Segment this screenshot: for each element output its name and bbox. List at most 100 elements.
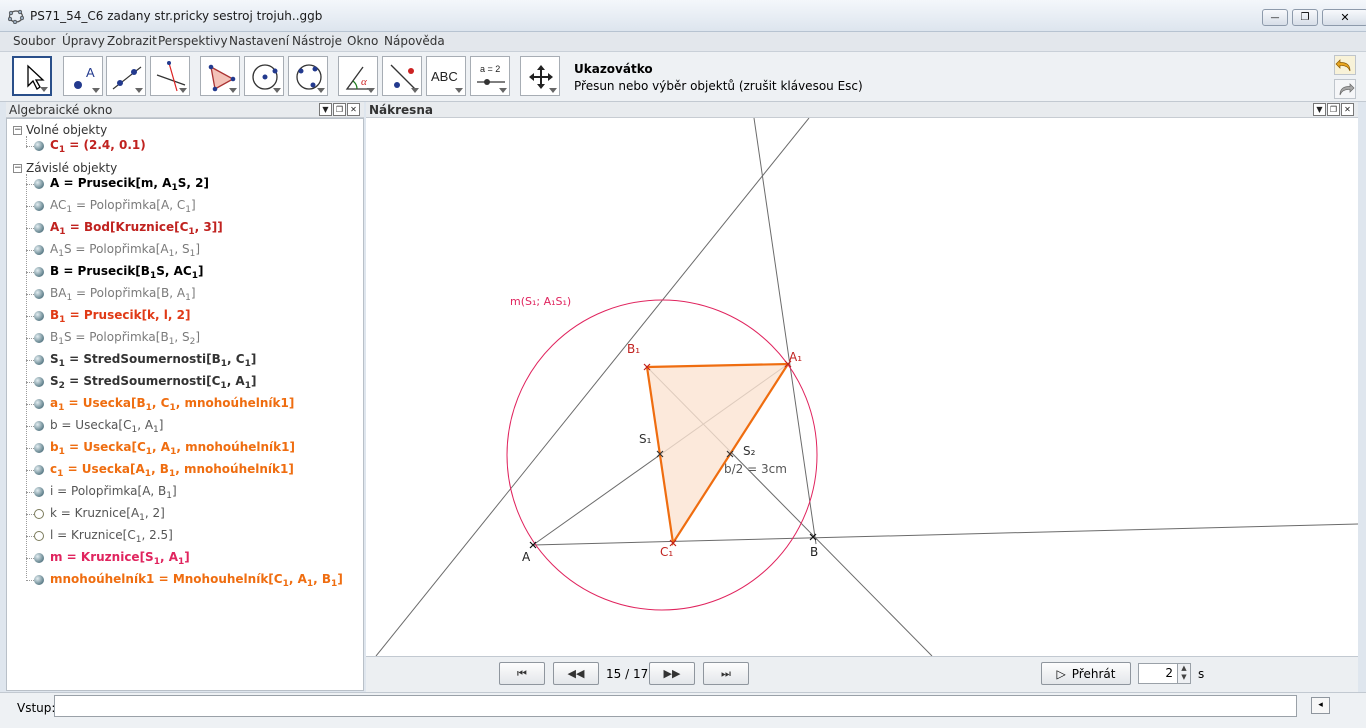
algebra-row[interactable]: B1S = Polopřimka[B1, S2]	[7, 327, 363, 349]
visibility-toggle[interactable]	[34, 465, 44, 475]
algebra-row[interactable]: mnohoúhelník1 = Mnohouhelník[C1, A1, B1]	[7, 569, 363, 591]
close-icon: ✕	[1340, 11, 1350, 24]
graphics-view[interactable]: m(S₁; A₁S₁) B₁ A₁ S₁ S₂ b/2 = 3cm C₁ A B	[366, 118, 1358, 656]
tool-move-view[interactable]	[520, 56, 560, 96]
visibility-toggle[interactable]	[34, 245, 44, 255]
menu-nastaveni[interactable]: Nastavení	[229, 34, 289, 48]
algebra-row[interactable]: C1 = (2.4, 0.1)	[7, 135, 363, 157]
speed-spinner[interactable]: ▲ ▼	[1177, 663, 1191, 684]
panel-close-button[interactable]: ✕	[347, 103, 360, 116]
tool-pointer[interactable]	[12, 56, 52, 96]
ray-AC1[interactable]	[532, 523, 1358, 546]
visibility-toggle[interactable]	[34, 141, 44, 151]
algebra-row-text: S1 = StredSoumernosti[B1, C1]	[50, 352, 257, 369]
collapse-free-toggle[interactable]: −	[13, 126, 22, 135]
algebra-row[interactable]: m = Kruznice[S1, A1]	[7, 547, 363, 569]
algebra-row[interactable]: S1 = StredSoumernosti[B1, C1]	[7, 349, 363, 371]
visibility-toggle[interactable]	[34, 179, 44, 189]
algebra-row-text: S2 = StredSoumernosti[C1, A1]	[50, 374, 257, 391]
algebra-row[interactable]: BA1 = Polopřimka[B, A1]	[7, 283, 363, 305]
algebra-row[interactable]: B = Prusecik[B1S, AC1]	[7, 261, 363, 283]
tool-angle[interactable]: α	[338, 56, 378, 96]
visibility-toggle[interactable]	[34, 575, 44, 585]
algebra-row[interactable]: A1S = Polopřimka[A1, S1]	[7, 239, 363, 261]
previous-step-button[interactable]: ◀◀	[553, 662, 599, 685]
play-icon: ▷	[1056, 666, 1066, 681]
visibility-toggle[interactable]	[34, 443, 44, 453]
visibility-toggle[interactable]	[34, 201, 44, 211]
menu-zobrazit[interactable]: Zobrazit	[107, 34, 157, 48]
visibility-toggle[interactable]	[34, 509, 44, 519]
algebra-row[interactable]: b = Usecka[C1, A1]	[7, 415, 363, 437]
algebra-row-text: k = Kruznice[A1, 2]	[50, 506, 165, 523]
collapse-dependent-toggle[interactable]: −	[13, 164, 22, 173]
panel-close-button[interactable]: ✕	[1341, 103, 1354, 116]
tool-line[interactable]	[106, 56, 146, 96]
first-step-button[interactable]: ⏮	[499, 662, 545, 685]
algebra-row[interactable]: c1 = Usecka[A1, B1, mnohoúhelník1]	[7, 459, 363, 481]
tool-circle-3pts[interactable]	[288, 56, 328, 96]
visibility-toggle[interactable]	[34, 421, 44, 431]
algebra-row[interactable]: B1 = Prusecik[k, l, 2]	[7, 305, 363, 327]
redo-icon	[1339, 83, 1355, 96]
algebra-row[interactable]: AC1 = Polopřimka[A, C1]	[7, 195, 363, 217]
ray-BA1[interactable]	[753, 118, 817, 545]
next-step-icon: ▶▶	[663, 667, 681, 680]
visibility-toggle[interactable]	[34, 377, 44, 387]
algebra-row[interactable]: A1 = Bod[Kruznice[C1, 3]]	[7, 217, 363, 239]
algebra-row[interactable]: b1 = Usecka[C1, A1, mnohoúhelník1]	[7, 437, 363, 459]
algebra-row[interactable]: k = Kruznice[A1, 2]	[7, 503, 363, 525]
visibility-toggle[interactable]	[34, 289, 44, 299]
panel-menu-button[interactable]: ▼	[319, 103, 332, 116]
algebra-row-text: l = Kruznice[C1, 2.5]	[50, 528, 173, 545]
menu-upravy[interactable]: Úpravy	[62, 34, 105, 48]
algebra-row[interactable]: a1 = Usecka[B1, C1, mnohoúhelník1]	[7, 393, 363, 415]
algebra-row[interactable]: i = Polopřimka[A, B1]	[7, 481, 363, 503]
tool-polygon[interactable]	[200, 56, 240, 96]
tool-point[interactable]: A	[63, 56, 103, 96]
menu-okno[interactable]: Okno	[347, 34, 378, 48]
menu-soubor[interactable]: Soubor	[13, 34, 55, 48]
visibility-toggle[interactable]	[34, 333, 44, 343]
menu-napoveda[interactable]: Nápověda	[384, 34, 445, 48]
algebra-row[interactable]: S2 = StredSoumernosti[C1, A1]	[7, 371, 363, 393]
panel-menu-button[interactable]: ▼	[1313, 103, 1326, 116]
tool-slider[interactable]: a = 2	[470, 56, 510, 96]
last-step-button[interactable]: ⏭	[703, 662, 749, 685]
construction-canvas[interactable]: m(S₁; A₁S₁) B₁ A₁ S₁ S₂ b/2 = 3cm C₁ A B	[366, 118, 1358, 656]
undo-button[interactable]	[1334, 55, 1356, 75]
algebra-row[interactable]: A = Prusecik[m, A1S, 2]	[7, 173, 363, 195]
minimize-icon: —	[1270, 12, 1280, 23]
play-button[interactable]: ▷ Přehrát	[1041, 662, 1131, 685]
minimize-button[interactable]: —	[1262, 9, 1288, 26]
menu-perspektivy[interactable]: Perspektivy	[158, 34, 228, 48]
close-icon: ✕	[1344, 105, 1351, 114]
panel-detach-button[interactable]: ❐	[333, 103, 346, 116]
tool-text[interactable]: ABC	[426, 56, 466, 96]
title-bar: PS71_54_C6 zadany str.pricky sestroj tro…	[0, 0, 1366, 32]
chevron-down-icon: ▼	[322, 105, 329, 114]
visibility-toggle[interactable]	[34, 531, 44, 541]
polygon-mnohouhelnik1[interactable]	[645, 362, 791, 547]
visibility-toggle[interactable]	[34, 553, 44, 563]
tool-circle[interactable]	[244, 56, 284, 96]
close-button[interactable]: ✕	[1322, 9, 1366, 26]
menu-nastroje[interactable]: Nástroje	[292, 34, 342, 48]
speed-input[interactable]: 2	[1138, 663, 1178, 684]
visibility-toggle[interactable]	[34, 355, 44, 365]
visibility-toggle[interactable]	[34, 223, 44, 233]
redo-button[interactable]	[1334, 79, 1356, 99]
input-field[interactable]	[54, 695, 1297, 717]
algebra-row[interactable]: l = Kruznice[C1, 2.5]	[7, 525, 363, 547]
input-help-button[interactable]: ◂	[1311, 697, 1330, 714]
maximize-button[interactable]: ❐	[1292, 9, 1318, 26]
tool-reflect[interactable]	[382, 56, 422, 96]
algebra-row-text: A = Prusecik[m, A1S, 2]	[50, 176, 209, 193]
tool-perpendicular[interactable]	[150, 56, 190, 96]
visibility-toggle[interactable]	[34, 267, 44, 277]
visibility-toggle[interactable]	[34, 487, 44, 497]
panel-detach-button[interactable]: ❐	[1327, 103, 1340, 116]
visibility-toggle[interactable]	[34, 399, 44, 409]
visibility-toggle[interactable]	[34, 311, 44, 321]
next-step-button[interactable]: ▶▶	[649, 662, 695, 685]
